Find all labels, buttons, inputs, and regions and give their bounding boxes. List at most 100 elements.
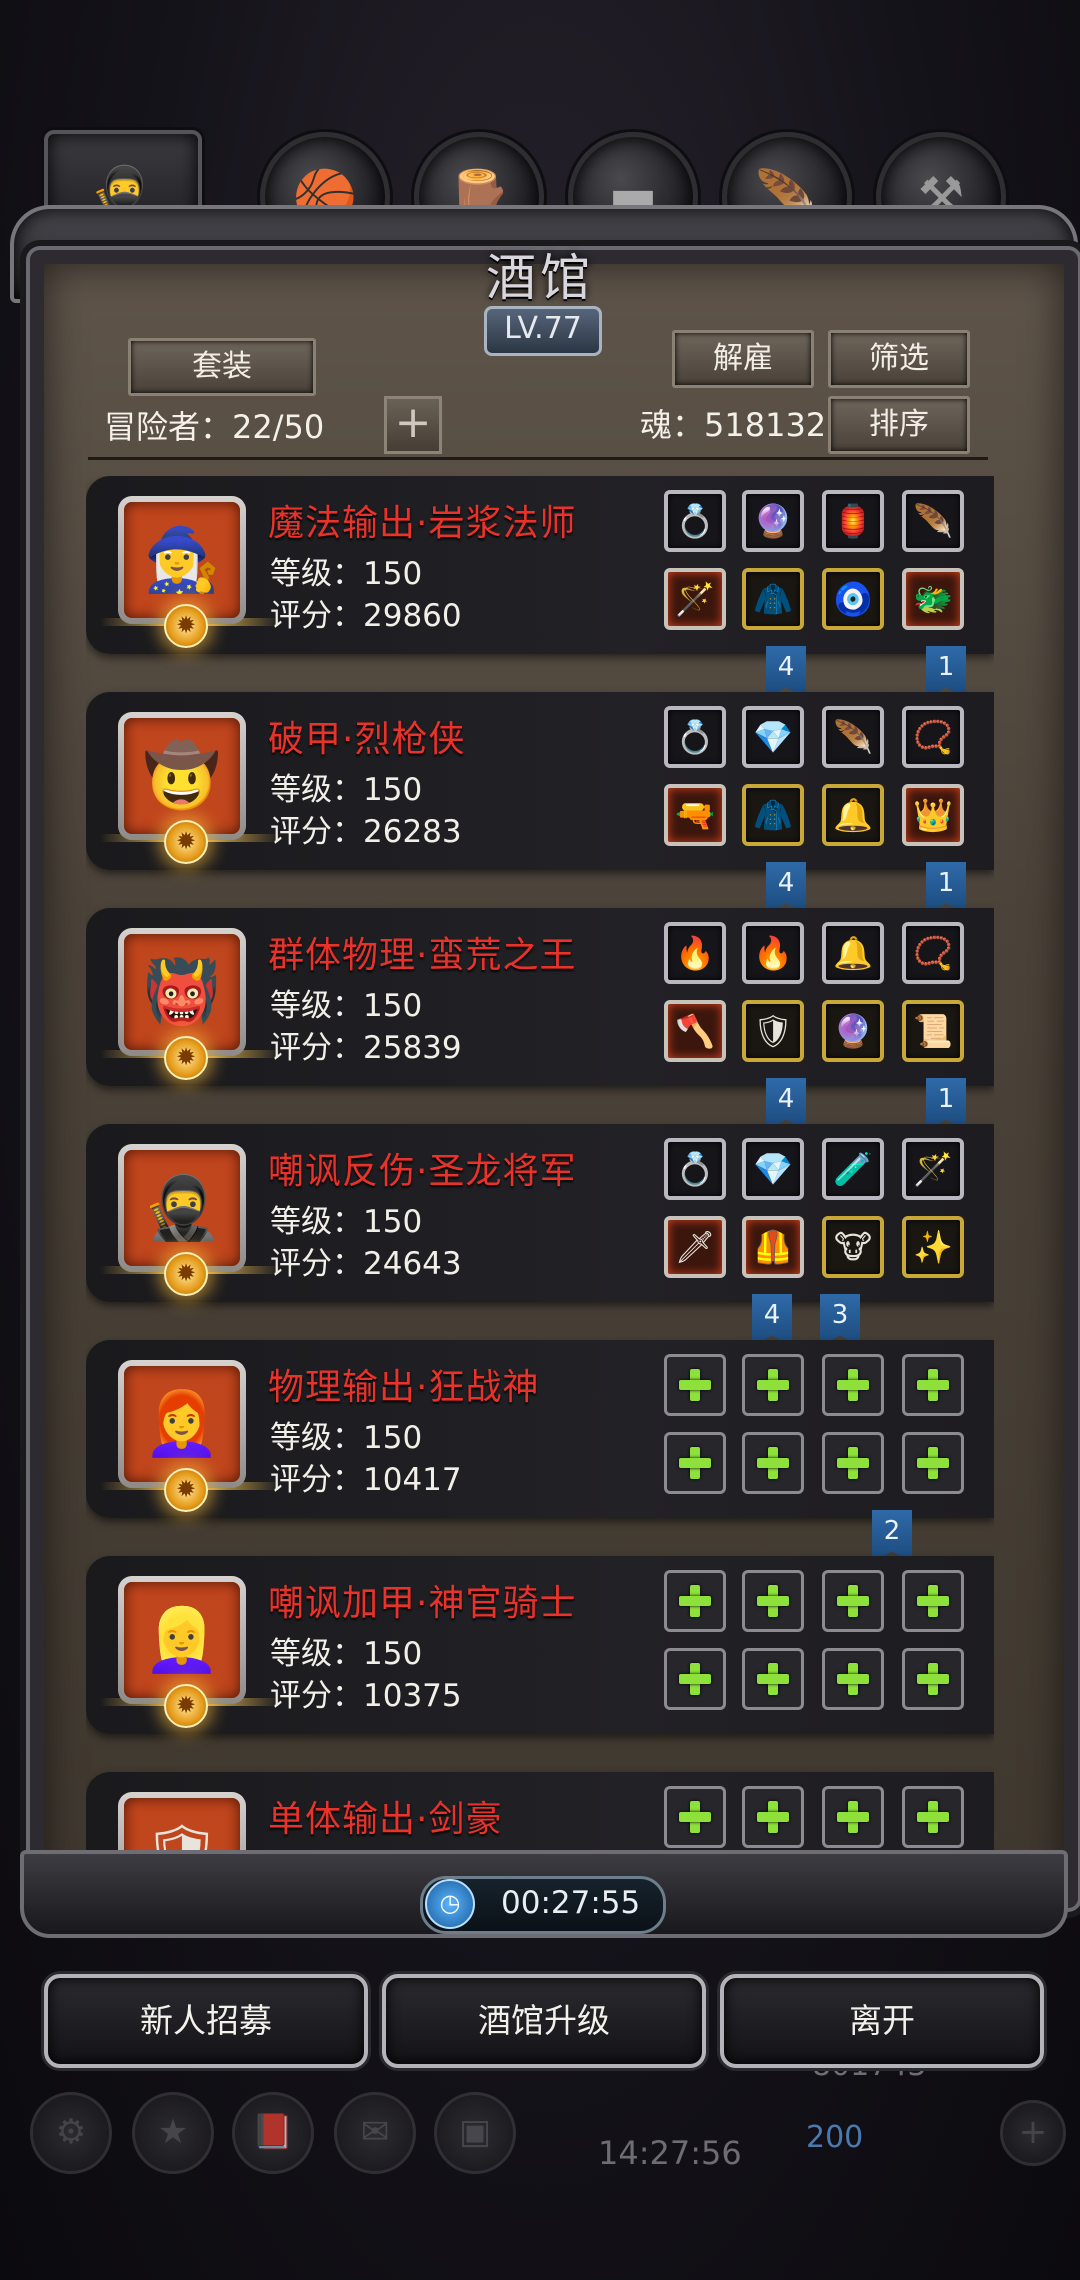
equipment-slot[interactable]: 🐲 <box>902 568 964 630</box>
add-equipment-slot[interactable] <box>822 1354 884 1416</box>
equipment-slot[interactable]: 🔫 <box>664 784 726 846</box>
hud-box-icon[interactable]: ▣ <box>434 2092 516 2174</box>
equipment-slot[interactable]: 🔔 <box>822 784 884 846</box>
equipment-slot[interactable]: 📿 <box>902 706 964 768</box>
add-equipment-slot[interactable] <box>664 1432 726 1494</box>
equipment-slot[interactable]: 📜 <box>902 1000 964 1062</box>
plus-icon <box>675 1365 715 1405</box>
add-equipment-slot[interactable] <box>742 1786 804 1848</box>
leave-button[interactable]: 离开 <box>720 1974 1044 2068</box>
equipment-slot[interactable]: 🪶 <box>822 706 884 768</box>
plus-icon <box>833 1797 873 1837</box>
hero-score: 评分：10417 <box>270 1462 462 1498</box>
dismiss-button[interactable]: 解雇 <box>672 330 814 388</box>
hero-level: 等级：150 <box>270 556 423 592</box>
add-equipment-slot[interactable] <box>742 1354 804 1416</box>
plus-icon <box>753 1443 793 1483</box>
equipment-slot[interactable]: 💎 <box>742 1138 804 1200</box>
hero-row[interactable]: 👱‍♀️ ✹ 嘲讽加甲·神官骑士 等级：150 评分：10375 <box>86 1556 994 1734</box>
equipment-icon: 🐲 <box>913 580 953 618</box>
equipment-slot[interactable]: 🪄 <box>902 1138 964 1200</box>
hud-book-icon[interactable]: 📕 <box>232 2092 314 2174</box>
equipment-slot[interactable]: 🏮 <box>822 490 884 552</box>
hero-row[interactable]: 👹 ✹ 群体物理·蛮荒之王 等级：150 评分：25839 🔥 🔥 🔔 📿 🪓 🛡 🔮 📜 <box>86 908 994 1086</box>
equipment-slot[interactable]: 🧥 <box>742 568 804 630</box>
add-adventurer-button[interactable]: + <box>384 396 442 454</box>
add-equipment-slot[interactable] <box>664 1648 726 1710</box>
add-equipment-slot[interactable] <box>822 1786 884 1848</box>
clock-icon: ◷ <box>425 1879 475 1929</box>
add-equipment-slot[interactable] <box>664 1786 726 1848</box>
equipment-slot[interactable]: 💍 <box>664 1138 726 1200</box>
hero-row[interactable]: 👩‍🦰 ✹ 物理输出·狂战神 等级：150 评分：10417 <box>86 1340 994 1518</box>
star-rank-icon: ✹ <box>164 1684 208 1728</box>
hud-add-icon[interactable]: + <box>1000 2100 1066 2166</box>
star-rank-icon: ✹ <box>164 604 208 648</box>
equipment-slot[interactable]: 💎 <box>742 706 804 768</box>
add-equipment-slot[interactable] <box>742 1570 804 1632</box>
add-equipment-slot[interactable] <box>902 1432 964 1494</box>
equipment-slot[interactable]: 💍 <box>664 490 726 552</box>
hero-list[interactable]: 🧙‍♀️ ✹ 魔法输出·岩浆法师 等级：150 评分：29860 💍 🔮 🏮 🪶 🪄 🧥 🧿 🐲 4 1 🤠 ✹… <box>86 476 994 1850</box>
equipment-slot[interactable]: 🪄 <box>664 568 726 630</box>
hero-row[interactable]: 🛡✹单体输出·剑豪 <box>86 1772 994 1850</box>
set-count-ribbon: 4 <box>766 1078 806 1130</box>
add-equipment-slot[interactable] <box>742 1648 804 1710</box>
equipment-slot[interactable]: 🪓 <box>664 1000 726 1062</box>
hud-mail-icon[interactable]: ✉ <box>334 2092 416 2174</box>
equipment-slot[interactable]: 🔮 <box>822 1000 884 1062</box>
sort-button[interactable]: 排序 <box>828 396 970 454</box>
equipment-icon: 🪓 <box>675 1012 715 1050</box>
add-equipment-slot[interactable] <box>664 1570 726 1632</box>
add-equipment-slot[interactable] <box>742 1432 804 1494</box>
hero-name: 嘲讽加甲·神官骑士 <box>268 1583 577 1624</box>
add-equipment-slot[interactable] <box>822 1432 884 1494</box>
equipment-slot[interactable]: 🔮 <box>742 490 804 552</box>
equipment-slot[interactable]: 🧪 <box>822 1138 884 1200</box>
star-rank-icon: ✹ <box>164 1036 208 1080</box>
equipment-icon: 💎 <box>753 1150 793 1188</box>
hero-portrait[interactable]: 🛡 <box>118 1792 246 1850</box>
filter-button[interactable]: 筛选 <box>828 330 970 388</box>
plus-icon <box>753 1797 793 1837</box>
equipment-icon: 🔔 <box>833 796 873 834</box>
equipment-icon: 🔥 <box>753 934 793 972</box>
equipment-slot[interactable]: 🧿 <box>822 568 884 630</box>
plus-icon <box>913 1659 953 1699</box>
equipment-slot[interactable]: 🔔 <box>822 922 884 984</box>
hero-row[interactable]: 🧙‍♀️ ✹ 魔法输出·岩浆法师 等级：150 评分：29860 💍 🔮 🏮 🪶 🪄 🧥 🧿 🐲 <box>86 476 994 654</box>
add-equipment-slot[interactable] <box>664 1354 726 1416</box>
equipment-icon: 🔥 <box>675 934 715 972</box>
equipment-slot[interactable]: 🦺 <box>742 1216 804 1278</box>
hero-row[interactable]: 🥷 ✹ 嘲讽反伤·圣龙将军 等级：150 评分：24643 💍 💎 🧪 🪄 🗡 🦺 🐮 ✨ <box>86 1124 994 1302</box>
tavern-level-badge: LV.77 <box>484 306 602 356</box>
hud-star-icon[interactable]: ★ <box>132 2092 214 2174</box>
equipment-slot[interactable]: 🔥 <box>664 922 726 984</box>
equipment-slot[interactable]: ✨ <box>902 1216 964 1278</box>
equipment-slot[interactable]: 🪶 <box>902 490 964 552</box>
add-equipment-slot[interactable] <box>902 1354 964 1416</box>
hud-settings-icon[interactable]: ⚙ <box>30 2092 112 2174</box>
add-equipment-slot[interactable] <box>902 1570 964 1632</box>
equipment-icon: 📿 <box>913 934 953 972</box>
equipment-slot[interactable]: 💍 <box>664 706 726 768</box>
add-equipment-slot[interactable] <box>902 1786 964 1848</box>
recruit-button[interactable]: 新人招募 <box>44 1974 368 2068</box>
timer-text: 00:27:55 <box>501 1885 641 1921</box>
equipment-slot[interactable]: 👑 <box>902 784 964 846</box>
add-equipment-slot[interactable] <box>822 1648 884 1710</box>
add-equipment-slot[interactable] <box>822 1570 884 1632</box>
refresh-timer: ◷ 00:27:55 <box>420 1876 666 1934</box>
equipment-slot[interactable]: 🧥 <box>742 784 804 846</box>
equipment-icon: 🔮 <box>753 502 793 540</box>
equipment-slot[interactable]: 📿 <box>902 922 964 984</box>
suit-button[interactable]: 套装 <box>128 338 316 396</box>
equipment-slot[interactable]: 🐮 <box>822 1216 884 1278</box>
upgrade-tavern-button[interactable]: 酒馆升级 <box>382 1974 706 2068</box>
equipment-slot[interactable]: 🛡 <box>742 1000 804 1062</box>
hero-name: 群体物理·蛮荒之王 <box>268 935 577 976</box>
equipment-slot[interactable]: 🗡 <box>664 1216 726 1278</box>
hero-row[interactable]: 🤠 ✹ 破甲·烈枪侠 等级：150 评分：26283 💍 💎 🪶 📿 🔫 🧥 🔔 👑 <box>86 692 994 870</box>
equipment-slot[interactable]: 🔥 <box>742 922 804 984</box>
add-equipment-slot[interactable] <box>902 1648 964 1710</box>
